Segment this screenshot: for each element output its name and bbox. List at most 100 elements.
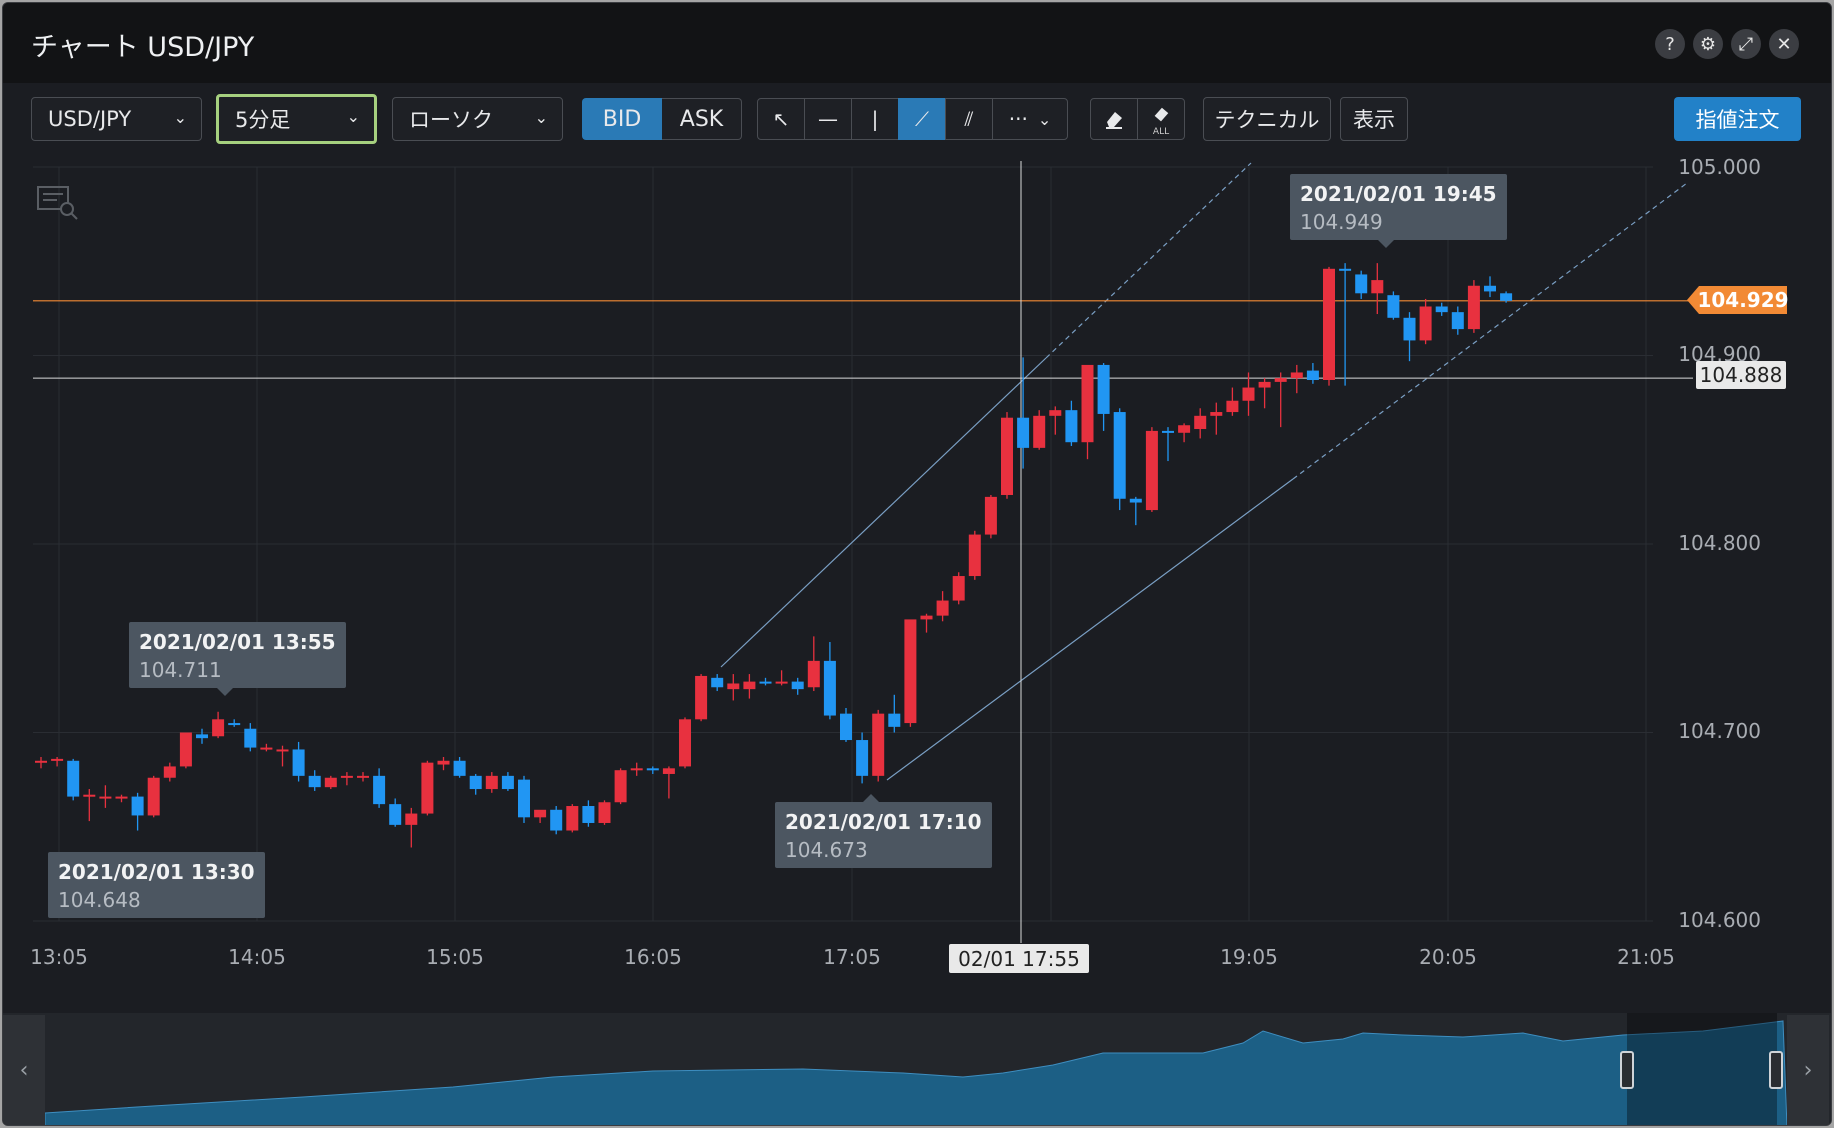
candle-body	[357, 775, 369, 778]
candle-body	[1355, 274, 1368, 294]
candle-body	[1226, 400, 1239, 413]
candle-body	[743, 681, 756, 690]
candle-body	[1178, 425, 1191, 433]
candle-body	[1210, 412, 1223, 416]
tooltip-value: 104.648	[58, 888, 141, 912]
candle-body	[1049, 410, 1062, 416]
navigator-right-handle[interactable]	[1769, 1051, 1783, 1089]
price-tooltip: 2021/02/01 19:45 104.949	[1290, 174, 1507, 248]
y-tick-label: 104.800	[1678, 531, 1761, 555]
candle-body	[1403, 317, 1416, 341]
candle-body	[888, 713, 901, 727]
chart-search-icon[interactable]	[37, 185, 81, 225]
candle-body	[244, 728, 257, 748]
candle-body	[920, 615, 933, 620]
candle-body	[453, 760, 466, 776]
candle-body	[791, 681, 804, 690]
navigator-right-arrow-icon[interactable]: ›	[1787, 1015, 1829, 1125]
navigator-area-chart	[44, 1013, 1788, 1125]
price-tooltip: 2021/02/01 17:10 104.673	[775, 794, 992, 868]
navigator-left-handle[interactable]	[1620, 1051, 1634, 1089]
candle-body	[679, 719, 691, 767]
candle-body	[340, 775, 353, 778]
candle-body	[421, 762, 434, 814]
candle-body	[83, 794, 96, 797]
tooltip-arrow	[863, 794, 879, 802]
candle-body	[1371, 280, 1384, 294]
price-tooltip: 2021/02/01 13:30 104.648	[48, 852, 265, 918]
chart-window: チャート USD/JPY ? ⚙ ⤢ ✕ USD/JPY ⌄ 5分足 ⌄ ローソ…	[2, 2, 1832, 1126]
navigator-left-arrow-icon[interactable]: ‹	[3, 1015, 45, 1125]
candle-body	[646, 768, 659, 771]
candle-body	[968, 534, 981, 577]
candle-body	[614, 770, 627, 803]
candle-body	[437, 760, 450, 765]
candle-body	[228, 723, 241, 726]
candle-body	[1306, 370, 1319, 381]
y-tick-label: 104.600	[1678, 908, 1761, 932]
tooltip-date: 2021/02/01 13:30	[58, 860, 255, 884]
current-price-label: 104.929	[1687, 286, 1789, 314]
candle-body	[759, 681, 772, 684]
candle-body	[389, 804, 402, 825]
candle-body	[99, 796, 112, 799]
candle-body	[212, 719, 225, 737]
candle-body	[1001, 417, 1013, 495]
tooltip-value: 104.673	[785, 838, 868, 862]
candle-body	[1033, 415, 1046, 448]
candle-body	[1242, 387, 1255, 401]
x-tick-label: 13:05	[30, 945, 88, 969]
candle-body	[308, 775, 321, 788]
candle-body	[1339, 268, 1352, 271]
candle-body	[840, 713, 852, 741]
candle-body	[260, 747, 273, 750]
trend-channel-upper-extension	[1045, 162, 1252, 359]
candle-body	[984, 496, 997, 535]
candle-body	[807, 660, 820, 688]
candle-body	[1274, 378, 1287, 382]
tooltip-arrow	[1378, 240, 1394, 248]
candle-body	[163, 766, 176, 778]
candle-body	[775, 681, 788, 684]
trend-channel-upper-line	[720, 357, 1047, 668]
candle-body	[1194, 415, 1207, 430]
candle-body	[469, 775, 482, 790]
navigator-area-fill	[44, 1020, 1788, 1125]
crosshair-price-label: 104.888	[1696, 361, 1786, 389]
candle-body	[630, 768, 643, 771]
x-tick-label: 15:05	[426, 945, 484, 969]
candle-body	[1290, 372, 1303, 379]
candle-body	[1162, 430, 1174, 433]
y-tick-label: 104.700	[1678, 719, 1761, 743]
candle-body	[196, 734, 208, 739]
candle-body	[1129, 498, 1142, 503]
candle-body	[1451, 312, 1464, 330]
candle-body	[1081, 364, 1094, 443]
candle-body	[952, 576, 965, 601]
candle-body	[727, 683, 740, 690]
candle-body	[373, 775, 386, 805]
candle-body	[115, 796, 128, 799]
candle-body	[904, 619, 917, 724]
candle-body	[501, 775, 514, 790]
x-tick-label: 19:05	[1220, 945, 1278, 969]
candle-body	[147, 777, 160, 816]
candle-body	[292, 749, 305, 776]
candle-body	[582, 806, 595, 823]
candle-body	[485, 775, 498, 790]
candle-body	[324, 777, 337, 788]
tooltip-date: 2021/02/01 13:55	[139, 630, 336, 654]
candle-body	[51, 758, 64, 761]
candle-body	[1500, 293, 1513, 301]
candle-body	[662, 768, 675, 774]
tooltip-value: 104.711	[139, 658, 222, 682]
price-tooltip: 2021/02/01 13:55 104.711	[129, 622, 346, 696]
candle-body	[1387, 295, 1400, 318]
y-tick-label: 105.000	[1678, 155, 1761, 179]
candle-body	[1419, 306, 1432, 341]
candle-body	[1467, 285, 1480, 330]
range-navigator[interactable]	[3, 1013, 1831, 1125]
crosshair-time-label: 02/01 17:55	[949, 944, 1089, 973]
x-tick-label: 16:05	[624, 945, 682, 969]
tooltip-arrow	[217, 688, 233, 696]
